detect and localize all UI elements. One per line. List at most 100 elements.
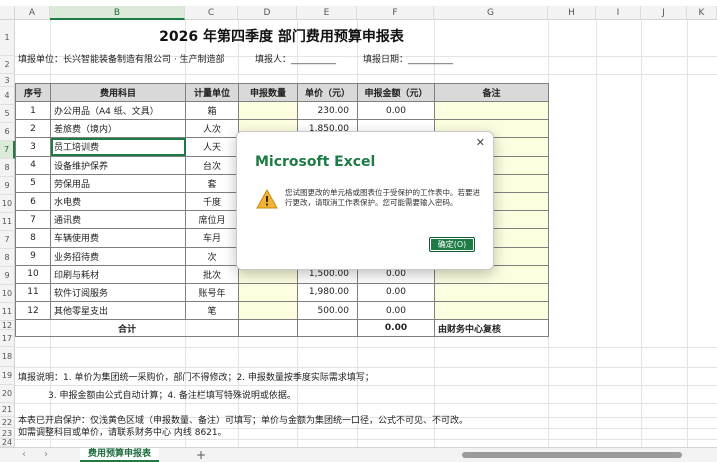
- cell-unit[interactable]: 次: [185, 246, 239, 266]
- cell-item[interactable]: 车辆使用费: [50, 228, 186, 248]
- cell-item[interactable]: 办公用品（A4 纸、文具）: [50, 100, 186, 121]
- col-header-c[interactable]: C: [185, 6, 238, 20]
- col-header-f[interactable]: F: [357, 6, 434, 20]
- cell-amount[interactable]: 0.00: [357, 282, 435, 303]
- cell-no[interactable]: 11: [15, 282, 51, 303]
- add-sheet-icon[interactable]: +: [196, 448, 206, 462]
- cell-unit[interactable]: 账号年: [185, 282, 239, 303]
- report-date-field[interactable]: 填报日期：__________: [363, 52, 453, 65]
- next-sheet-arrow-icon[interactable]: ›: [44, 449, 48, 460]
- col-header-g[interactable]: G: [434, 6, 548, 20]
- cell-no[interactable]: 1: [15, 100, 51, 121]
- cell-no[interactable]: 5: [15, 173, 51, 193]
- cell-unit[interactable]: 批次: [185, 264, 239, 284]
- cell-item[interactable]: 软件订阅服务: [50, 282, 186, 303]
- cell-no[interactable]: 10: [15, 264, 51, 284]
- cell-unit[interactable]: 台次: [185, 155, 239, 175]
- cell-unit[interactable]: 箱: [185, 100, 239, 121]
- cell-price[interactable]: 230.00: [297, 100, 358, 121]
- cell-item[interactable]: 水电费: [50, 191, 186, 212]
- reporter-field[interactable]: 填报人：__________: [255, 52, 336, 65]
- horizontal-scrollbar[interactable]: [462, 452, 682, 458]
- cell-no[interactable]: 4: [15, 155, 51, 175]
- prev-sheet-arrow-icon[interactable]: ‹: [22, 449, 26, 460]
- cell-note-input[interactable]: [434, 100, 549, 121]
- close-icon[interactable]: ✕: [476, 136, 485, 149]
- row-header[interactable]: 22: [0, 417, 15, 428]
- note-line-1[interactable]: 填报说明：1. 单价为集团统一采购价，部门不得修改；2. 申报数量按季度实际需求…: [18, 370, 374, 383]
- cell-item[interactable]: 通讯费: [50, 210, 186, 230]
- row-header[interactable]: 10: [0, 285, 15, 303]
- report-title[interactable]: 2026 年第四季度 部门费用预算申报表: [15, 26, 548, 46]
- cell-price[interactable]: 1,980.00: [297, 282, 358, 303]
- col-header-i[interactable]: I: [596, 6, 641, 20]
- cell-no[interactable]: 8: [15, 228, 51, 248]
- total-qty[interactable]: [238, 319, 298, 338]
- col-header-j[interactable]: J: [641, 6, 687, 20]
- cell-item[interactable]: 设备维护保养: [50, 155, 186, 175]
- cell-no[interactable]: 7: [15, 210, 51, 230]
- row-header[interactable]: 10: [0, 195, 15, 213]
- total-label[interactable]: 合计: [15, 319, 239, 338]
- col-header-a[interactable]: A: [15, 6, 50, 20]
- cell-no[interactable]: 9: [15, 246, 51, 266]
- cell-item[interactable]: 印刷与耗材: [50, 264, 186, 284]
- total-price[interactable]: [297, 319, 358, 338]
- cell-qty-input[interactable]: [238, 100, 298, 121]
- sheet-tab-budget[interactable]: 费用预算申报表: [80, 448, 160, 462]
- cell-qty-input[interactable]: [238, 282, 298, 303]
- cell-unit[interactable]: 席位月: [185, 210, 239, 230]
- total-amount[interactable]: 0.00: [357, 319, 435, 338]
- row-header[interactable]: 17: [0, 330, 15, 347]
- cell-amount[interactable]: 0.00: [357, 100, 435, 121]
- ok-button[interactable]: 确定(O): [429, 237, 475, 252]
- col-header-h[interactable]: H: [548, 6, 596, 20]
- cell-unit[interactable]: 人次: [185, 119, 239, 139]
- reporting-unit[interactable]: 填报单位：长兴智能装备制造有限公司 · 生产制造部: [18, 52, 225, 65]
- row-header[interactable]: 1: [0, 20, 15, 56]
- cell-unit[interactable]: 千度: [185, 191, 239, 212]
- cell-item[interactable]: 其他零星支出: [50, 301, 186, 321]
- header-no[interactable]: 序号: [15, 83, 51, 102]
- row-header[interactable]: 8: [0, 159, 15, 177]
- select-all-corner[interactable]: [0, 6, 15, 20]
- row-header[interactable]: 3: [0, 74, 15, 87]
- row-header[interactable]: 8: [0, 249, 15, 267]
- row-header[interactable]: 20: [0, 385, 15, 403]
- row-header[interactable]: 11: [0, 303, 15, 321]
- cell-item[interactable]: 差旅费（境内）: [50, 119, 186, 139]
- cell-note-input[interactable]: [434, 282, 549, 303]
- row-header[interactable]: 4: [0, 87, 15, 105]
- cell-price[interactable]: 500.00: [297, 301, 358, 321]
- row-header[interactable]: 9: [0, 177, 15, 195]
- cell-unit[interactable]: 套: [185, 173, 239, 193]
- header-amount[interactable]: 申报金额（元）: [357, 83, 435, 102]
- cell-item[interactable]: 劳保用品: [50, 173, 186, 193]
- row-header[interactable]: 19: [0, 367, 15, 385]
- col-header-e[interactable]: E: [297, 6, 357, 20]
- row-header[interactable]: 11: [0, 213, 15, 231]
- cell-unit[interactable]: 车月: [185, 228, 239, 248]
- row-header[interactable]: 5: [0, 105, 15, 123]
- col-header-k[interactable]: K: [687, 6, 717, 20]
- header-unit[interactable]: 计量单位: [185, 83, 239, 102]
- cell-amount[interactable]: 0.00: [357, 301, 435, 321]
- row-header[interactable]: 21: [0, 403, 15, 417]
- header-note[interactable]: 备注: [434, 83, 549, 102]
- col-header-d[interactable]: D: [238, 6, 297, 20]
- row-header[interactable]: 18: [0, 347, 15, 367]
- cell-unit[interactable]: 人天: [185, 137, 239, 157]
- row-header[interactable]: 9: [0, 267, 15, 285]
- cell-item[interactable]: 业务招待费: [50, 246, 186, 266]
- note-line-4[interactable]: 如需调整科目或单价，请联系财务中心 内线 8621。: [18, 425, 227, 438]
- cell-qty-input[interactable]: [238, 301, 298, 321]
- cell-unit[interactable]: 笔: [185, 301, 239, 321]
- row-header[interactable]: 2: [0, 56, 15, 74]
- row-header[interactable]: 24: [0, 439, 15, 447]
- header-item[interactable]: 费用科目: [50, 83, 186, 102]
- total-note[interactable]: 由财务中心复核: [434, 319, 549, 338]
- cell-item-selected[interactable]: 员工培训费: [50, 137, 186, 157]
- header-qty[interactable]: 申报数量: [238, 83, 298, 102]
- row-header[interactable]: 12: [0, 321, 15, 330]
- cell-no[interactable]: 2: [15, 119, 51, 139]
